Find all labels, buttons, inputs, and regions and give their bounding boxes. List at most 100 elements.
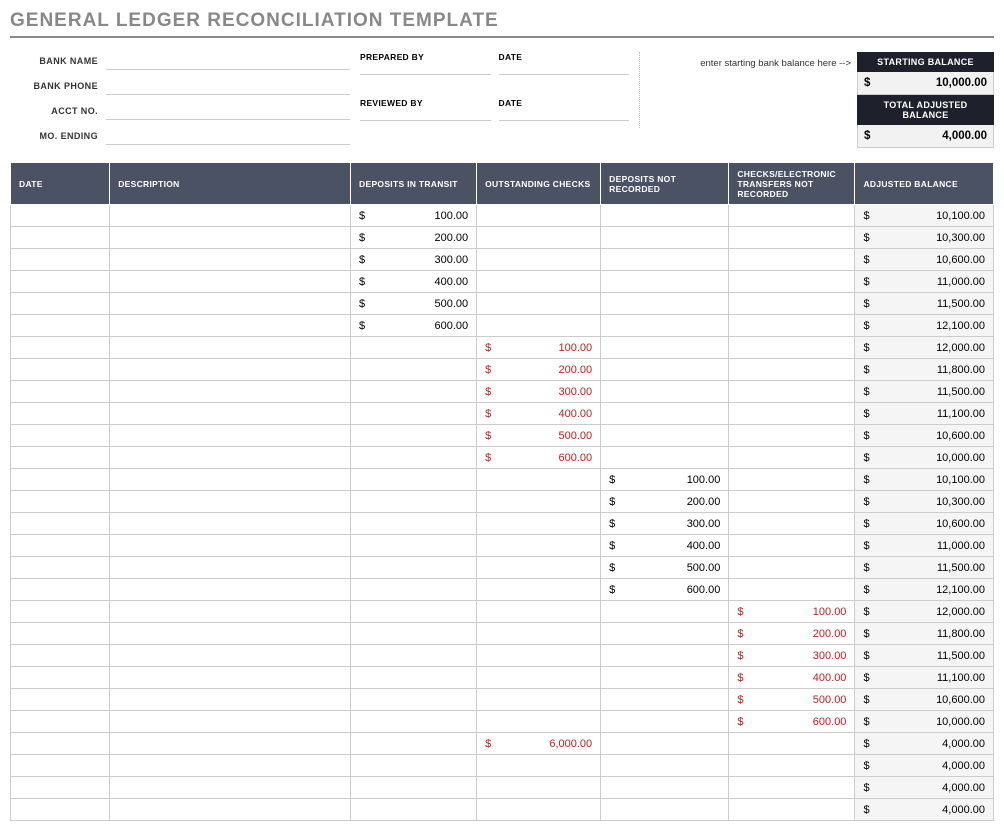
table-cell[interactable]: $11,100.00	[855, 403, 994, 425]
table-cell[interactable]	[477, 799, 601, 821]
table-cell[interactable]	[601, 645, 729, 667]
cell-description[interactable]	[110, 447, 351, 469]
table-cell[interactable]: $600.00	[477, 447, 601, 469]
table-cell[interactable]	[729, 491, 855, 513]
table-cell[interactable]: $10,100.00	[855, 469, 994, 491]
table-cell[interactable]: $200.00	[477, 359, 601, 381]
cell-date[interactable]	[11, 579, 110, 601]
cell-date[interactable]	[11, 359, 110, 381]
table-cell[interactable]: $10,600.00	[855, 425, 994, 447]
table-cell[interactable]	[351, 579, 477, 601]
table-cell[interactable]	[729, 293, 855, 315]
table-cell[interactable]	[729, 359, 855, 381]
table-cell[interactable]: $12,100.00	[855, 315, 994, 337]
table-cell[interactable]	[477, 645, 601, 667]
table-cell[interactable]: $600.00	[729, 711, 855, 733]
table-cell[interactable]: $11,100.00	[855, 667, 994, 689]
table-cell[interactable]	[351, 645, 477, 667]
cell-date[interactable]	[11, 535, 110, 557]
cell-description[interactable]	[110, 711, 351, 733]
cell-date[interactable]	[11, 711, 110, 733]
cell-description[interactable]	[110, 359, 351, 381]
table-cell[interactable]: $10,000.00	[855, 711, 994, 733]
table-cell[interactable]	[729, 579, 855, 601]
starting-balance-value[interactable]: $10,000.00	[857, 72, 994, 95]
cell-description[interactable]	[110, 491, 351, 513]
cell-date[interactable]	[11, 755, 110, 777]
table-cell[interactable]: $200.00	[601, 491, 729, 513]
table-cell[interactable]: $500.00	[601, 557, 729, 579]
cell-date[interactable]	[11, 227, 110, 249]
cell-description[interactable]	[110, 271, 351, 293]
cell-date[interactable]	[11, 271, 110, 293]
table-cell[interactable]	[477, 557, 601, 579]
table-cell[interactable]	[601, 271, 729, 293]
table-cell[interactable]: $10,300.00	[855, 491, 994, 513]
table-cell[interactable]	[729, 271, 855, 293]
table-cell[interactable]	[477, 777, 601, 799]
table-cell[interactable]	[601, 733, 729, 755]
table-cell[interactable]	[729, 513, 855, 535]
table-cell[interactable]: $300.00	[477, 381, 601, 403]
table-cell[interactable]	[477, 513, 601, 535]
cell-description[interactable]	[110, 777, 351, 799]
table-cell[interactable]	[351, 469, 477, 491]
table-cell[interactable]	[601, 623, 729, 645]
cell-description[interactable]	[110, 667, 351, 689]
table-cell[interactable]: $11,000.00	[855, 271, 994, 293]
table-cell[interactable]	[729, 381, 855, 403]
table-cell[interactable]: $11,500.00	[855, 557, 994, 579]
table-cell[interactable]: $11,500.00	[855, 381, 994, 403]
table-cell[interactable]	[729, 227, 855, 249]
cell-description[interactable]	[110, 579, 351, 601]
table-cell[interactable]	[351, 425, 477, 447]
table-cell[interactable]	[351, 777, 477, 799]
cell-date[interactable]	[11, 425, 110, 447]
cell-description[interactable]	[110, 689, 351, 711]
table-cell[interactable]	[729, 337, 855, 359]
table-cell[interactable]	[601, 403, 729, 425]
table-cell[interactable]: $100.00	[601, 469, 729, 491]
table-cell[interactable]	[477, 535, 601, 557]
cell-description[interactable]	[110, 315, 351, 337]
table-cell[interactable]	[477, 579, 601, 601]
cell-date[interactable]	[11, 733, 110, 755]
table-cell[interactable]	[351, 557, 477, 579]
table-cell[interactable]: $200.00	[351, 227, 477, 249]
cell-description[interactable]	[110, 535, 351, 557]
table-cell[interactable]	[477, 623, 601, 645]
table-cell[interactable]: $100.00	[351, 205, 477, 227]
table-cell[interactable]: $4,000.00	[855, 733, 994, 755]
cell-date[interactable]	[11, 601, 110, 623]
table-cell[interactable]	[601, 425, 729, 447]
table-cell[interactable]	[601, 293, 729, 315]
cell-date[interactable]	[11, 249, 110, 271]
table-cell[interactable]: $12,000.00	[855, 337, 994, 359]
table-cell[interactable]: $10,600.00	[855, 689, 994, 711]
table-cell[interactable]	[477, 601, 601, 623]
table-cell[interactable]	[729, 733, 855, 755]
cell-description[interactable]	[110, 403, 351, 425]
cell-date[interactable]	[11, 799, 110, 821]
input-acct-no[interactable]	[106, 102, 350, 120]
table-cell[interactable]: $4,000.00	[855, 799, 994, 821]
input-mo-ending[interactable]	[106, 127, 350, 145]
cell-description[interactable]	[110, 557, 351, 579]
table-cell[interactable]	[601, 601, 729, 623]
cell-description[interactable]	[110, 601, 351, 623]
table-cell[interactable]	[729, 469, 855, 491]
table-cell[interactable]	[351, 337, 477, 359]
table-cell[interactable]: $400.00	[351, 271, 477, 293]
table-cell[interactable]	[601, 667, 729, 689]
cell-description[interactable]	[110, 425, 351, 447]
table-cell[interactable]: $600.00	[601, 579, 729, 601]
table-cell[interactable]	[477, 469, 601, 491]
table-cell[interactable]: $11,000.00	[855, 535, 994, 557]
cell-description[interactable]	[110, 755, 351, 777]
table-cell[interactable]	[729, 447, 855, 469]
table-cell[interactable]: $500.00	[477, 425, 601, 447]
table-cell[interactable]	[477, 293, 601, 315]
table-cell[interactable]	[351, 711, 477, 733]
table-cell[interactable]	[477, 227, 601, 249]
table-cell[interactable]: $4,000.00	[855, 777, 994, 799]
